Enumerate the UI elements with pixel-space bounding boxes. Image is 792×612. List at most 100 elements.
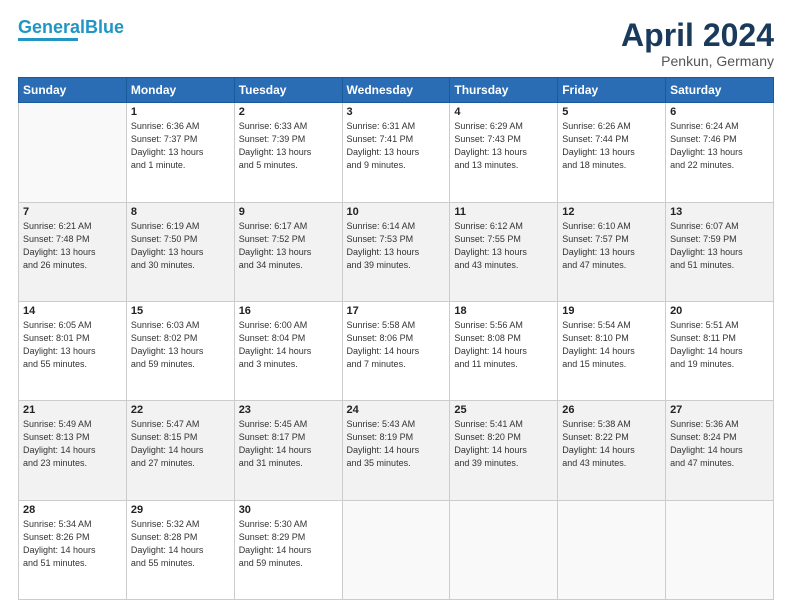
day-number: 17 — [347, 305, 446, 317]
calendar-cell — [666, 500, 774, 599]
day-info: Sunrise: 6:19 AMSunset: 7:50 PMDaylight:… — [131, 220, 230, 272]
calendar-cell — [558, 500, 666, 599]
logo-blue: Blue — [85, 17, 124, 37]
calendar-cell: 27 Sunrise: 5:36 AMSunset: 8:24 PMDayligh… — [666, 401, 774, 500]
calendar-cell: 18Sunrise: 5:56 AMSunset: 8:08 PMDayligh… — [450, 301, 558, 400]
day-number: 12 — [562, 206, 661, 218]
calendar-cell: 11 Sunrise: 6:12 AMSunset: 7:55 PMDayligh… — [450, 202, 558, 301]
day-number: 6 — [670, 106, 769, 118]
day-info: Sunrise: 6:26 AMSunset: 7:44 PMDaylight:… — [562, 120, 661, 172]
header: GeneralBlue April 2024 Penkun, Germany — [18, 18, 774, 69]
day-number: 22 — [131, 404, 230, 416]
day-info: Sunrise: 6:29 AMSunset: 7:43 PMDaylight:… — [454, 120, 553, 172]
calendar-cell: 6 Sunrise: 6:24 AMSunset: 7:46 PMDaylight… — [666, 103, 774, 202]
calendar-cell — [342, 500, 450, 599]
calendar-cell: 26 Sunrise: 5:38 AMSunset: 8:22 PMDayligh… — [558, 401, 666, 500]
day-info: Sunrise: 5:36 AMSunset: 8:24 PMDaylight:… — [670, 418, 769, 470]
calendar-cell: 4 Sunrise: 6:29 AMSunset: 7:43 PMDaylight… — [450, 103, 558, 202]
calendar-cell: 30Sunrise: 5:30 AMSunset: 8:29 PMDayligh… — [234, 500, 342, 599]
calendar-cell: 1 Sunrise: 6:36 AMSunset: 7:37 PMDaylight… — [126, 103, 234, 202]
calendar-cell — [450, 500, 558, 599]
day-number: 20 — [670, 305, 769, 317]
col-header-monday: Monday — [126, 78, 234, 103]
calendar-cell: 12 Sunrise: 6:10 AMSunset: 7:57 PMDayligh… — [558, 202, 666, 301]
day-info: Sunrise: 5:30 AMSunset: 8:29 PMDaylight:… — [239, 518, 338, 570]
day-info: Sunrise: 6:21 AMSunset: 7:48 PMDaylight:… — [23, 220, 122, 272]
col-header-sunday: Sunday — [19, 78, 127, 103]
col-header-friday: Friday — [558, 78, 666, 103]
calendar-cell: 29Sunrise: 5:32 AMSunset: 8:28 PMDayligh… — [126, 500, 234, 599]
day-info: Sunrise: 6:07 AMSunset: 7:59 PMDaylight:… — [670, 220, 769, 272]
day-number: 9 — [239, 206, 338, 218]
day-number: 27 — [670, 404, 769, 416]
day-info: Sunrise: 6:36 AMSunset: 7:37 PMDaylight:… — [131, 120, 230, 172]
calendar-cell: 7Sunrise: 6:21 AMSunset: 7:48 PMDaylight… — [19, 202, 127, 301]
day-number: 2 — [239, 106, 338, 118]
day-info: Sunrise: 5:32 AMSunset: 8:28 PMDaylight:… — [131, 518, 230, 570]
calendar-cell: 20 Sunrise: 5:51 AMSunset: 8:11 PMDayligh… — [666, 301, 774, 400]
day-number: 3 — [347, 106, 446, 118]
calendar-cell: 19 Sunrise: 5:54 AMSunset: 8:10 PMDayligh… — [558, 301, 666, 400]
day-number: 26 — [562, 404, 661, 416]
calendar-cell: 5 Sunrise: 6:26 AMSunset: 7:44 PMDaylight… — [558, 103, 666, 202]
day-number: 5 — [562, 106, 661, 118]
day-number: 1 — [131, 106, 230, 118]
calendar-cell: 22 Sunrise: 5:47 AMSunset: 8:15 PMDayligh… — [126, 401, 234, 500]
day-number: 24 — [347, 404, 446, 416]
day-info: Sunrise: 5:43 AMSunset: 8:19 PMDaylight:… — [347, 418, 446, 470]
calendar-cell: 8 Sunrise: 6:19 AMSunset: 7:50 PMDaylight… — [126, 202, 234, 301]
calendar-cell: 24 Sunrise: 5:43 AMSunset: 8:19 PMDayligh… — [342, 401, 450, 500]
col-header-thursday: Thursday — [450, 78, 558, 103]
title-area: April 2024 Penkun, Germany — [621, 18, 774, 69]
calendar-cell: 25 Sunrise: 5:41 AMSunset: 8:20 PMDayligh… — [450, 401, 558, 500]
logo: GeneralBlue — [18, 18, 124, 41]
calendar-cell: 14Sunrise: 6:05 AMSunset: 8:01 PMDayligh… — [19, 301, 127, 400]
day-number: 21 — [23, 404, 122, 416]
day-info: Sunrise: 5:54 AMSunset: 8:10 PMDaylight:… — [562, 319, 661, 371]
day-number: 11 — [454, 206, 553, 218]
logo-underline — [18, 38, 78, 41]
calendar-cell: 21Sunrise: 5:49 AMSunset: 8:13 PMDayligh… — [19, 401, 127, 500]
calendar-cell: 28 Sunrise: 5:34 AMSunset: 8:26 PMDayligh… — [19, 500, 127, 599]
day-info: Sunrise: 5:51 AMSunset: 8:11 PMDaylight:… — [670, 319, 769, 371]
day-info: Sunrise: 5:41 AMSunset: 8:20 PMDaylight:… — [454, 418, 553, 470]
calendar-cell: 17Sunrise: 5:58 AMSunset: 8:06 PMDayligh… — [342, 301, 450, 400]
day-info: Sunrise: 6:33 AMSunset: 7:39 PMDaylight:… — [239, 120, 338, 172]
page: GeneralBlue April 2024 Penkun, Germany S… — [0, 0, 792, 612]
col-header-wednesday: Wednesday — [342, 78, 450, 103]
logo-general: General — [18, 17, 85, 37]
day-info: Sunrise: 6:31 AMSunset: 7:41 PMDaylight:… — [347, 120, 446, 172]
calendar-cell: 2 Sunrise: 6:33 AMSunset: 7:39 PMDaylight… — [234, 103, 342, 202]
calendar-cell: 13 Sunrise: 6:07 AMSunset: 7:59 PMDayligh… — [666, 202, 774, 301]
logo-text: GeneralBlue — [18, 18, 124, 36]
day-info: Sunrise: 6:00 AMSunset: 8:04 PMDaylight:… — [239, 319, 338, 371]
calendar-cell — [19, 103, 127, 202]
day-info: Sunrise: 5:47 AMSunset: 8:15 PMDaylight:… — [131, 418, 230, 470]
day-number: 14 — [23, 305, 122, 317]
calendar-cell: 23Sunrise: 5:45 AMSunset: 8:17 PMDayligh… — [234, 401, 342, 500]
day-info: Sunrise: 6:24 AMSunset: 7:46 PMDaylight:… — [670, 120, 769, 172]
day-info: Sunrise: 6:12 AMSunset: 7:55 PMDaylight:… — [454, 220, 553, 272]
day-number: 19 — [562, 305, 661, 317]
day-info: Sunrise: 6:03 AMSunset: 8:02 PMDaylight:… — [131, 319, 230, 371]
calendar-cell: 16 Sunrise: 6:00 AMSunset: 8:04 PMDayligh… — [234, 301, 342, 400]
day-info: Sunrise: 5:38 AMSunset: 8:22 PMDaylight:… — [562, 418, 661, 470]
day-number: 15 — [131, 305, 230, 317]
day-info: Sunrise: 5:56 AMSunset: 8:08 PMDaylight:… — [454, 319, 553, 371]
day-number: 10 — [347, 206, 446, 218]
calendar-cell: 15 Sunrise: 6:03 AMSunset: 8:02 PMDayligh… — [126, 301, 234, 400]
calendar-cell: 3 Sunrise: 6:31 AMSunset: 7:41 PMDaylight… — [342, 103, 450, 202]
day-number: 4 — [454, 106, 553, 118]
day-info: Sunrise: 6:17 AMSunset: 7:52 PMDaylight:… — [239, 220, 338, 272]
day-number: 13 — [670, 206, 769, 218]
calendar-cell: 10Sunrise: 6:14 AMSunset: 7:53 PMDayligh… — [342, 202, 450, 301]
calendar-table: SundayMondayTuesdayWednesdayThursdayFrid… — [18, 77, 774, 600]
col-header-tuesday: Tuesday — [234, 78, 342, 103]
day-info: Sunrise: 5:34 AMSunset: 8:26 PMDaylight:… — [23, 518, 122, 570]
day-number: 16 — [239, 305, 338, 317]
day-number: 28 — [23, 504, 122, 516]
day-number: 8 — [131, 206, 230, 218]
month-title: April 2024 — [621, 18, 774, 53]
day-number: 25 — [454, 404, 553, 416]
day-info: Sunrise: 6:10 AMSunset: 7:57 PMDaylight:… — [562, 220, 661, 272]
